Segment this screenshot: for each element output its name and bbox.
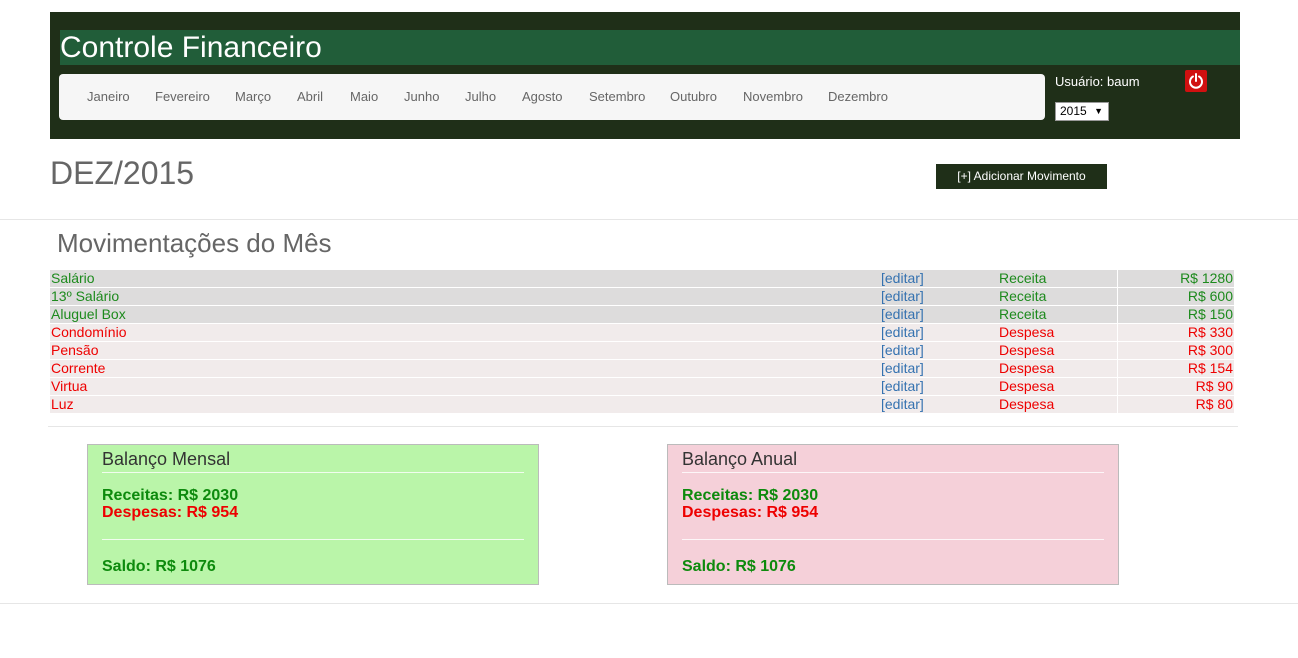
movement-type: Despesa <box>999 378 1055 394</box>
edit-link[interactable]: [editar] <box>881 378 924 395</box>
edit-link[interactable]: [editar] <box>881 396 924 413</box>
nav-item-outubro[interactable]: Outubro <box>670 74 717 120</box>
page-title: DEZ/2015 <box>50 155 195 191</box>
divider <box>0 219 1298 220</box>
nav-item-junho[interactable]: Junho <box>404 74 439 120</box>
table-row: Pensão [editar] Despesa R$ 300 <box>50 342 1234 360</box>
edit-link[interactable]: [editar] <box>881 360 924 377</box>
nav-item-fevereiro[interactable]: Fevereiro <box>155 74 210 120</box>
logout-button[interactable] <box>1185 70 1207 92</box>
edit-link[interactable]: [editar] <box>881 270 924 287</box>
movement-value: R$ 90 <box>1195 378 1233 394</box>
movement-name: Aluguel Box <box>51 306 126 322</box>
cell-divider <box>1117 288 1118 305</box>
table-row: Salário [editar] Receita R$ 1280 <box>50 270 1234 288</box>
nav-item-marco[interactable]: Março <box>235 74 271 120</box>
movement-value: R$ 300 <box>1187 342 1233 358</box>
table-row: Corrente [editar] Despesa R$ 154 <box>50 360 1234 378</box>
movement-name: Salário <box>51 270 95 286</box>
nav-item-julho[interactable]: Julho <box>465 74 496 120</box>
nav-item-novembro[interactable]: Novembro <box>743 74 803 120</box>
nav-item-dezembro[interactable]: Dezembro <box>828 74 888 120</box>
annual-balance-panel: Balanço Anual Receitas: R$ 2030 Despesas… <box>667 444 1119 585</box>
cell-divider <box>1117 396 1118 413</box>
balance-total: Saldo: R$ 1076 <box>682 558 796 575</box>
movement-value: R$ 330 <box>1187 324 1233 340</box>
edit-link[interactable]: [editar] <box>881 342 924 359</box>
dropdown-arrow-icon: ▼ <box>1094 106 1103 116</box>
movement-value: R$ 80 <box>1195 396 1233 412</box>
table-row: Virtua [editar] Despesa R$ 90 <box>50 378 1234 396</box>
cell-divider <box>1117 360 1118 377</box>
cell-divider <box>1117 342 1118 359</box>
nav-item-maio[interactable]: Maio <box>350 74 378 120</box>
edit-link[interactable]: [editar] <box>881 324 924 341</box>
movement-type: Despesa <box>999 396 1055 412</box>
power-icon <box>1189 73 1203 89</box>
app-header: Controle Financeiro Janeiro Fevereiro Ma… <box>50 12 1240 139</box>
year-select[interactable]: 2015 ▼ <box>1055 102 1109 121</box>
nav-item-agosto[interactable]: Agosto <box>522 74 562 120</box>
movement-value: R$ 600 <box>1187 288 1233 304</box>
edit-link[interactable]: [editar] <box>881 288 924 305</box>
divider <box>102 472 524 473</box>
month-navbar: Janeiro Fevereiro Março Abril Maio Junho… <box>59 74 1045 120</box>
cell-divider <box>1117 324 1118 341</box>
nav-item-janeiro[interactable]: Janeiro <box>87 74 130 120</box>
movement-name: Virtua <box>51 378 88 394</box>
movement-type: Despesa <box>999 360 1055 376</box>
movement-type: Receita <box>999 306 1047 322</box>
cell-divider <box>1117 270 1118 287</box>
movement-value: R$ 150 <box>1187 306 1233 322</box>
divider <box>0 603 1298 604</box>
nav-item-abril[interactable]: Abril <box>297 74 323 120</box>
divider <box>682 539 1104 540</box>
divider <box>682 472 1104 473</box>
balance-total: Saldo: R$ 1076 <box>102 558 216 575</box>
divider <box>48 426 1238 427</box>
expense-total: Despesas: R$ 954 <box>682 504 819 521</box>
movement-type: Despesa <box>999 342 1055 358</box>
panel-title: Balanço Anual <box>682 449 798 469</box>
table-row: 13º Salário [editar] Receita R$ 600 <box>50 288 1234 306</box>
movement-type: Receita <box>999 288 1047 304</box>
income-total: Receitas: R$ 2030 <box>682 487 819 504</box>
movement-type: Receita <box>999 270 1047 286</box>
movement-name: Corrente <box>51 360 106 376</box>
table-row: Condomínio [editar] Despesa R$ 330 <box>50 324 1234 342</box>
movement-name: Condomínio <box>51 324 127 340</box>
monthly-balance-panel: Balanço Mensal Receitas: R$ 2030 Despesa… <box>87 444 539 585</box>
movement-type: Despesa <box>999 324 1055 340</box>
movement-value: R$ 1280 <box>1180 270 1233 286</box>
year-select-value: 2015 <box>1060 104 1087 118</box>
add-movement-button[interactable]: [+] Adicionar Movimento <box>936 164 1107 189</box>
title-band: Controle Financeiro <box>60 30 1240 65</box>
cell-divider <box>1117 378 1118 395</box>
movements-table: Salário [editar] Receita R$ 1280 13º Sal… <box>50 270 1234 414</box>
movement-name: Luz <box>51 396 74 412</box>
movement-name: 13º Salário <box>51 288 120 304</box>
nav-item-setembro[interactable]: Setembro <box>589 74 645 120</box>
edit-link[interactable]: [editar] <box>881 306 924 323</box>
table-row: Luz [editar] Despesa R$ 80 <box>50 396 1234 414</box>
income-total: Receitas: R$ 2030 <box>102 487 239 504</box>
cell-divider <box>1117 306 1118 323</box>
section-title: Movimentações do Mês <box>57 228 332 258</box>
table-row: Aluguel Box [editar] Receita R$ 150 <box>50 306 1234 324</box>
movement-name: Pensão <box>51 342 99 358</box>
panel-title: Balanço Mensal <box>102 449 231 469</box>
user-label: Usuário: baum <box>1055 74 1140 89</box>
movement-value: R$ 154 <box>1187 360 1233 376</box>
expense-total: Despesas: R$ 954 <box>102 504 239 521</box>
divider <box>102 539 524 540</box>
app-title: Controle Financeiro <box>60 31 322 64</box>
